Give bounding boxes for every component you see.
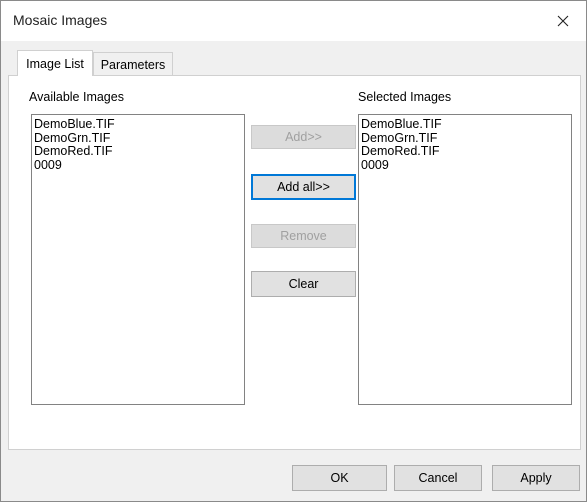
add-button[interactable]: Add>> — [251, 125, 356, 149]
image-list-panel: Available Images DemoBlue.TIF DemoGrn.TI… — [8, 75, 581, 450]
ok-button[interactable]: OK — [292, 465, 387, 491]
title-bar: Mosaic Images — [1, 1, 586, 41]
mosaic-images-dialog: Mosaic Images Image List Parameters Avai… — [0, 0, 587, 502]
cancel-button[interactable]: Cancel — [394, 465, 482, 491]
close-button[interactable] — [540, 1, 586, 41]
available-images-list[interactable]: DemoBlue.TIF DemoGrn.TIF DemoRed.TIF 000… — [31, 114, 245, 405]
window-title: Mosaic Images — [13, 12, 108, 28]
list-item[interactable]: DemoRed.TIF — [361, 144, 569, 159]
tab-parameters[interactable]: Parameters — [93, 52, 173, 76]
available-images-label: Available Images — [29, 90, 124, 104]
close-icon — [557, 15, 569, 27]
add-all-button[interactable]: Add all>> — [251, 174, 356, 200]
list-item[interactable]: DemoRed.TIF — [34, 144, 242, 159]
list-item[interactable]: DemoBlue.TIF — [34, 117, 242, 132]
list-item[interactable]: 0009 — [34, 158, 242, 173]
list-item[interactable]: 0009 — [361, 158, 569, 173]
remove-button[interactable]: Remove — [251, 224, 356, 248]
apply-button[interactable]: Apply — [492, 465, 580, 491]
list-item[interactable]: DemoGrn.TIF — [34, 131, 242, 146]
list-item[interactable]: DemoBlue.TIF — [361, 117, 569, 132]
list-item[interactable]: DemoGrn.TIF — [361, 131, 569, 146]
tab-image-list[interactable]: Image List — [17, 50, 93, 76]
selected-images-list[interactable]: DemoBlue.TIF DemoGrn.TIF DemoRed.TIF 000… — [358, 114, 572, 405]
selected-images-label: Selected Images — [358, 90, 452, 104]
clear-button[interactable]: Clear — [251, 271, 356, 297]
